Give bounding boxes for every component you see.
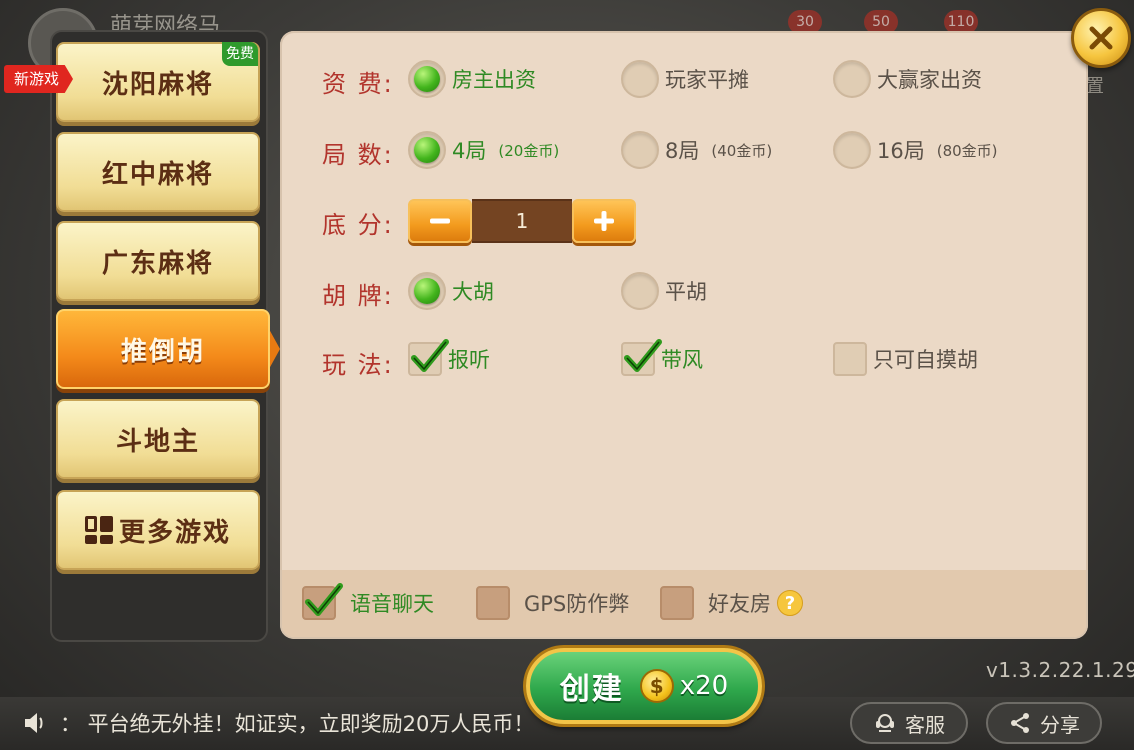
background-settings-label: 置 xyxy=(1086,76,1104,97)
new-game-badge: 新游戏 xyxy=(4,65,74,93)
option-note: (40金币) xyxy=(711,141,773,160)
close-button[interactable] xyxy=(1071,8,1131,68)
coin-icon: $ xyxy=(639,669,674,703)
room-settings-panel xyxy=(280,31,1088,639)
create-label: 创建 xyxy=(559,672,624,707)
option-label: 玩家平摊 xyxy=(665,68,749,92)
radio-selected-icon xyxy=(408,272,446,310)
rounds-option-4[interactable]: 4局 (20金币) xyxy=(408,131,559,169)
close-icon xyxy=(1089,26,1113,50)
game-tab-label: 更多游戏 xyxy=(118,517,231,548)
option-label: 语音聊天 xyxy=(350,592,434,616)
announcement-marquee: ： 平台绝无外挂！如证实，立即奖励20万人民币！ xyxy=(22,707,534,739)
base-score-label: 底 分: xyxy=(322,211,394,239)
decrease-button[interactable] xyxy=(408,199,472,243)
minus-icon xyxy=(430,218,450,224)
option-label: 只可自摸胡 xyxy=(873,348,978,372)
radio-icon xyxy=(621,131,659,169)
radio-icon xyxy=(833,131,871,169)
base-score-value: 1 xyxy=(472,199,572,243)
gps-anticheat-toggle[interactable]: GPS防作弊 xyxy=(476,586,629,620)
option-note: (80金币) xyxy=(936,141,998,160)
game-tab-label: 推倒胡 xyxy=(120,336,205,367)
option-label: 平胡 xyxy=(665,280,707,304)
create-room-button[interactable]: 创建 $ x20 xyxy=(526,648,762,724)
game-tab-label: 沈阳麻将 xyxy=(101,69,214,100)
game-tab-hongzhong-mahjong[interactable]: 红中麻将 xyxy=(56,132,260,212)
game-tab-more-games[interactable]: 更多游戏 xyxy=(56,490,260,570)
rounds-option-8[interactable]: 8局 (40金币) xyxy=(621,131,772,169)
fee-option-owner[interactable]: 房主出资 xyxy=(408,60,536,98)
help-icon[interactable]: ? xyxy=(777,590,803,616)
game-tab-label: 红中麻将 xyxy=(101,159,214,190)
fee-label: 资 费: xyxy=(322,70,394,98)
announcement-text: ： 平台绝无外挂！如证实，立即奖励20万人民币！ xyxy=(60,712,535,736)
rule-option-daifeng[interactable]: 带风 xyxy=(621,339,703,376)
checkbox-unchecked xyxy=(660,586,694,620)
radio-icon xyxy=(621,60,659,98)
customer-service-button[interactable]: 客服 xyxy=(850,702,968,744)
base-score-stepper: 1 xyxy=(408,199,636,243)
checkmark-icon xyxy=(624,339,662,372)
rounds-label: 局 数: xyxy=(322,141,394,169)
option-label: 大赢家出资 xyxy=(877,68,982,92)
hu-option-pinghu[interactable]: 平胡 xyxy=(621,272,707,310)
radio-icon xyxy=(833,60,871,98)
option-label: 大胡 xyxy=(452,280,494,304)
grid-icon xyxy=(84,516,113,544)
increase-button[interactable] xyxy=(572,199,636,243)
hu-option-dahu[interactable]: 大胡 xyxy=(408,272,494,310)
rounds-option-16[interactable]: 16局 (80金币) xyxy=(833,131,998,169)
share-label: 分享 xyxy=(1040,712,1080,737)
rule-option-baoting[interactable]: 报听 xyxy=(408,339,490,376)
option-label: 16局 xyxy=(877,139,925,163)
rule-option-zimo-only[interactable]: 只可自摸胡 xyxy=(833,342,978,376)
game-tab-guangdong-mahjong[interactable]: 广东麻将 xyxy=(56,221,260,301)
headset-icon xyxy=(876,714,894,732)
checkbox-checked xyxy=(408,339,449,376)
checkmark-icon xyxy=(411,339,449,372)
radio-icon xyxy=(621,272,659,310)
rules-label: 玩 法: xyxy=(322,351,394,379)
option-label: 房主出资 xyxy=(452,68,536,92)
game-tab-label: 斗地主 xyxy=(115,426,200,457)
option-label: 4局 xyxy=(452,139,487,163)
customer-service-label: 客服 xyxy=(905,712,945,737)
checkbox-unchecked xyxy=(476,586,510,620)
option-label: 8局 xyxy=(665,139,700,163)
option-label: 报听 xyxy=(448,348,490,372)
share-button[interactable]: 分享 xyxy=(986,702,1102,744)
free-badge: 免费 xyxy=(222,42,258,66)
checkbox-checked xyxy=(302,583,343,620)
option-note: (20金币) xyxy=(498,141,560,160)
game-tab-label: 广东麻将 xyxy=(101,248,214,279)
fee-option-winner[interactable]: 大赢家出资 xyxy=(833,60,982,98)
radio-selected-icon xyxy=(408,60,446,98)
hu-label: 胡 牌: xyxy=(322,282,394,310)
option-label: 好友房 xyxy=(708,592,771,616)
voice-chat-toggle[interactable]: 语音聊天 xyxy=(302,583,434,620)
checkbox-unchecked xyxy=(833,342,867,376)
speaker-icon xyxy=(25,713,43,733)
game-tab-tuidaohu[interactable]: 推倒胡 xyxy=(56,309,270,389)
fee-option-split[interactable]: 玩家平摊 xyxy=(621,60,749,98)
option-label: 带风 xyxy=(661,348,703,372)
option-label: GPS防作弊 xyxy=(524,592,630,616)
game-tab-doudizhu[interactable]: 斗地主 xyxy=(56,399,260,479)
friend-room-toggle[interactable]: 好友房 ? xyxy=(660,586,803,620)
checkbox-checked xyxy=(621,339,662,376)
checkmark-icon xyxy=(305,583,343,616)
plus-icon-vertical xyxy=(601,211,607,231)
radio-selected-icon xyxy=(408,131,446,169)
share-icon xyxy=(1011,713,1029,733)
version-label: v1.3.2.22.1.29 xyxy=(986,658,1134,682)
create-cost: x20 xyxy=(679,671,729,701)
